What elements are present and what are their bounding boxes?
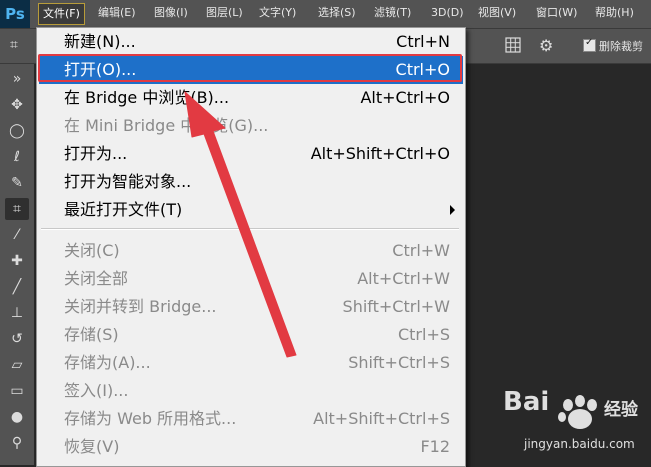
menu-item-shortcut: Alt+Shift+Ctrl+S: [313, 409, 450, 428]
menu-bar: Ps 文件(F) 编辑(E) 图像(I) 图层(L) 文字(Y) 选择(S) 滤…: [0, 0, 651, 29]
healing-brush-tool-icon[interactable]: ✚: [5, 250, 29, 272]
menu-window[interactable]: 窗口(W): [532, 3, 581, 23]
menu-select[interactable]: 选择(S): [314, 3, 360, 23]
menu-item-label: 存储(S): [64, 325, 119, 344]
menu-item-save[interactable]: 存储(S) Ctrl+S: [39, 321, 463, 349]
photoshop-logo: Ps: [0, 0, 30, 28]
file-menu-dropdown: 新建(N)... Ctrl+N 打开(O)... Ctrl+O 在 Bridge…: [36, 27, 466, 467]
menu-item-check-in[interactable]: 签入(I)...: [39, 377, 463, 405]
move-tool-icon[interactable]: ✥: [5, 94, 29, 116]
menu-item-shortcut: F12: [420, 437, 450, 456]
menu-item-close-all[interactable]: 关闭全部 Alt+Ctrl+W: [39, 265, 463, 293]
menu-item-shortcut: Alt+Shift+Ctrl+O: [310, 144, 450, 163]
menu-item-new[interactable]: 新建(N)... Ctrl+N: [39, 28, 463, 56]
eyedropper-tool-icon[interactable]: ⁄: [5, 224, 29, 246]
panel-collapse-icon[interactable]: »: [5, 68, 29, 90]
menu-item-save-for-web[interactable]: 存储为 Web 所用格式... Alt+Shift+Ctrl+S: [39, 405, 463, 433]
menu-item-browse-in-mini-bridge[interactable]: 在 Mini Bridge 中浏览(G)...: [39, 112, 463, 140]
menu-item-shortcut: Ctrl+W: [392, 241, 450, 260]
menu-item-label: 关闭并转到 Bridge...: [64, 297, 217, 316]
menu-item-label: 恢复(V): [64, 437, 120, 456]
menu-item-shortcut: Shift+Ctrl+S: [348, 353, 450, 372]
menu-item-shortcut: Alt+Ctrl+W: [357, 269, 450, 288]
submenu-arrow-icon: [450, 205, 455, 215]
grid-overlay-icon[interactable]: [505, 37, 521, 53]
menu-item-label: 打开为智能对象...: [64, 172, 192, 191]
menu-item-label: 最近打开文件(T): [64, 200, 183, 219]
menu-item-label: 打开为...: [64, 144, 128, 163]
menu-filter[interactable]: 滤镜(T): [370, 3, 415, 23]
menu-help[interactable]: 帮助(H): [591, 3, 638, 23]
annotation-highlight-box: [38, 54, 462, 82]
menu-item-shortcut: Alt+Ctrl+O: [360, 88, 450, 107]
menu-item-browse-in-bridge[interactable]: 在 Bridge 中浏览(B)... Alt+Ctrl+O: [39, 84, 463, 112]
dodge-tool-icon[interactable]: ⚲: [5, 432, 29, 454]
watermark-brand: Bai: [503, 387, 550, 417]
crop-tool-icon[interactable]: ⌗: [5, 198, 29, 220]
menu-item-label: 新建(N)...: [64, 32, 136, 51]
menu-item-label: 在 Mini Bridge 中浏览(G)...: [64, 116, 269, 135]
menu-3d[interactable]: 3D(D): [427, 3, 468, 23]
eraser-tool-icon[interactable]: ▱: [5, 354, 29, 376]
menu-item-save-as[interactable]: 存储为(A)... Shift+Ctrl+S: [39, 349, 463, 377]
menu-separator: [41, 228, 459, 230]
menu-item-open-as-smart-object[interactable]: 打开为智能对象...: [39, 168, 463, 196]
tools-panel: » ✥ ◯ ℓ ✎ ⌗ ⁄ ✚ ╱ ⊥ ↺ ▱ ▭ ● ⚲: [0, 64, 35, 465]
menu-item-shortcut: Ctrl+S: [397, 325, 450, 344]
menu-file[interactable]: 文件(F): [38, 3, 85, 25]
menu-view[interactable]: 视图(V): [474, 3, 520, 23]
gradient-tool-icon[interactable]: ▭: [5, 380, 29, 402]
quick-select-tool-icon[interactable]: ✎: [5, 172, 29, 194]
menu-item-label: 存储为 Web 所用格式...: [64, 409, 237, 428]
menu-item-shortcut: Ctrl+N: [396, 32, 450, 51]
history-brush-tool-icon[interactable]: ↺: [5, 328, 29, 350]
brush-tool-icon[interactable]: ╱: [5, 276, 29, 298]
menu-item-open-recent[interactable]: 最近打开文件(T): [39, 196, 463, 224]
blur-tool-icon[interactable]: ●: [5, 406, 29, 428]
menu-type[interactable]: 文字(Y): [255, 3, 300, 23]
watermark-suffix: 经验: [604, 400, 638, 420]
menu-item-revert[interactable]: 恢复(V) F12: [39, 433, 463, 461]
lasso-tool-icon[interactable]: ℓ: [5, 146, 29, 168]
watermark-url: jingyan.baidu.com: [524, 437, 635, 451]
gear-icon[interactable]: ⚙: [539, 36, 553, 55]
menu-item-close[interactable]: 关闭(C) Ctrl+W: [39, 237, 463, 265]
menu-edit[interactable]: 编辑(E): [94, 3, 140, 23]
menu-item-label: 签入(I)...: [64, 381, 129, 400]
crop-tool-icon[interactable]: ⌗: [10, 37, 18, 53]
menu-item-label: 在 Bridge 中浏览(B)...: [64, 88, 230, 107]
delete-cropped-label: 删除裁剪: [599, 40, 643, 53]
menu-image[interactable]: 图像(I): [150, 3, 192, 23]
menu-item-close-and-go-to-bridge[interactable]: 关闭并转到 Bridge... Shift+Ctrl+W: [39, 293, 463, 321]
delete-cropped-checkbox[interactable]: [583, 37, 596, 52]
menu-item-label: 关闭全部: [64, 269, 129, 288]
stamp-tool-icon[interactable]: ⊥: [5, 302, 29, 324]
menu-layer[interactable]: 图层(L): [202, 3, 247, 23]
menu-item-label: 存储为(A)...: [64, 353, 151, 372]
menu-item-label: 关闭(C): [64, 241, 120, 260]
menu-item-shortcut: Shift+Ctrl+W: [342, 297, 450, 316]
menu-item-open-as[interactable]: 打开为... Alt+Shift+Ctrl+O: [39, 140, 463, 168]
marquee-tool-icon[interactable]: ◯: [5, 120, 29, 142]
